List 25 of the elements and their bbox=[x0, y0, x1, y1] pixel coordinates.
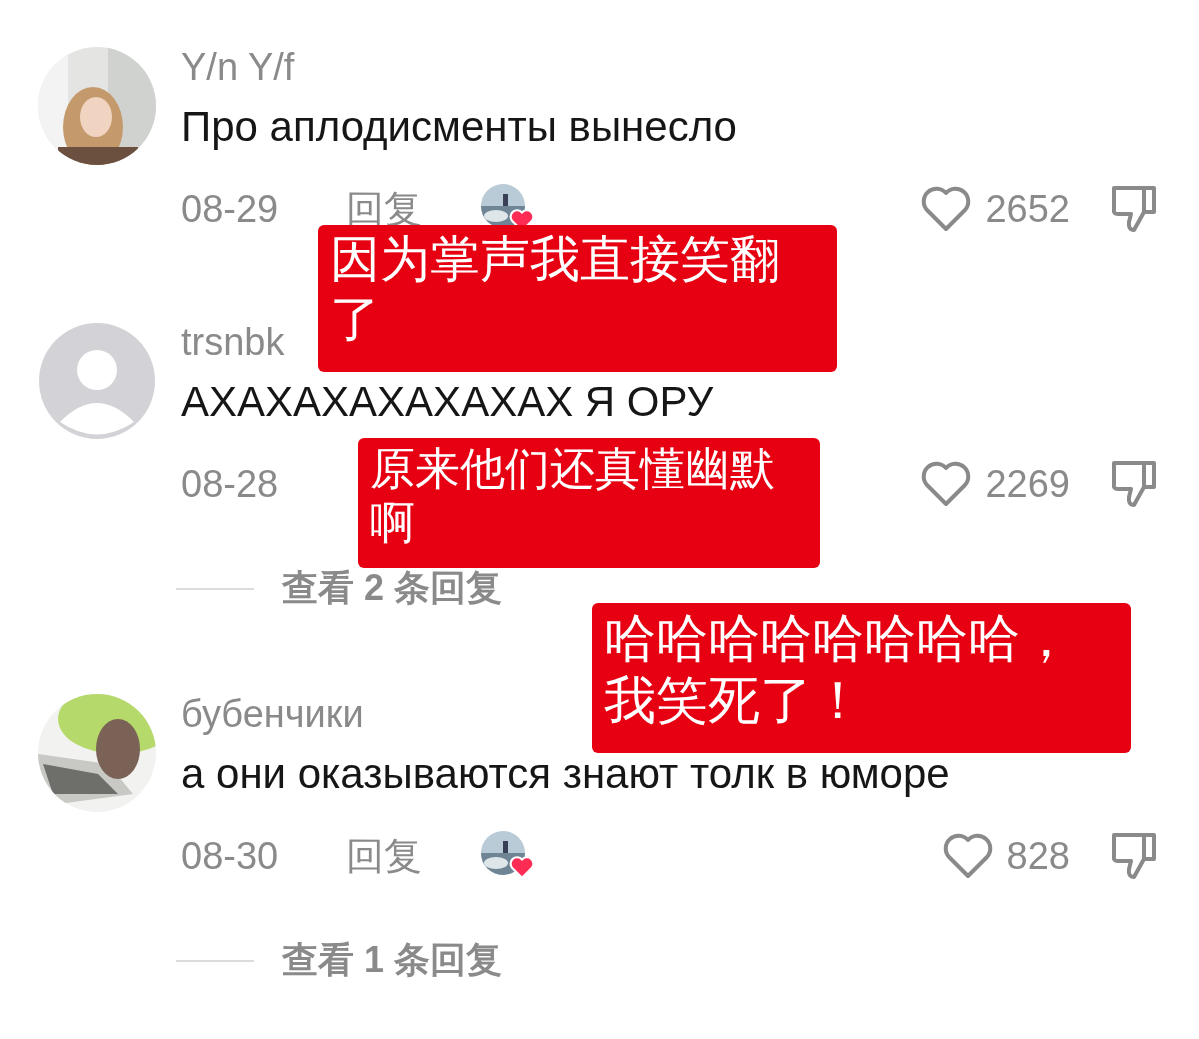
comment-date: 08-30 bbox=[181, 834, 280, 878]
username[interactable]: trsnbk bbox=[181, 320, 285, 364]
username[interactable]: Y/n Y/f bbox=[181, 45, 295, 89]
default-avatar-icon bbox=[38, 322, 156, 440]
comment-text: а они оказываются знают толк в юморе bbox=[181, 750, 950, 798]
translation-tooltip: 因为掌声我直接笑翻了 bbox=[318, 225, 837, 372]
translation-tooltip: 哈哈哈哈哈哈哈哈，我笑死了！ bbox=[592, 603, 1131, 753]
comment-text: АХАХАХАХАХАХАХ Я ОРУ bbox=[181, 378, 714, 426]
reply-link[interactable]: 回复 bbox=[346, 830, 481, 882]
comment-text: Про аплодисменты вынесло bbox=[181, 103, 737, 151]
heart-outline-icon[interactable] bbox=[921, 461, 972, 507]
comment-date: 08-28 bbox=[181, 462, 280, 506]
comment-date: 08-29 bbox=[181, 187, 280, 231]
like-count: 2652 bbox=[985, 187, 1070, 231]
like-count: 2269 bbox=[985, 462, 1070, 506]
view-replies-link[interactable]: 查看 1 条回复 bbox=[282, 936, 503, 985]
thumbs-down-icon[interactable] bbox=[1110, 459, 1158, 509]
username[interactable]: бубенчики bbox=[181, 692, 364, 736]
translation-tooltip: 原来他们还真懂幽默啊 bbox=[358, 438, 820, 568]
heart-outline-icon[interactable] bbox=[942, 833, 993, 879]
thumbs-down-icon[interactable] bbox=[1110, 184, 1158, 234]
thumbs-down-icon[interactable] bbox=[1110, 831, 1158, 881]
like-count: 828 bbox=[1006, 834, 1070, 878]
heart-outline-icon[interactable] bbox=[921, 186, 972, 232]
heart-icon bbox=[509, 855, 535, 879]
